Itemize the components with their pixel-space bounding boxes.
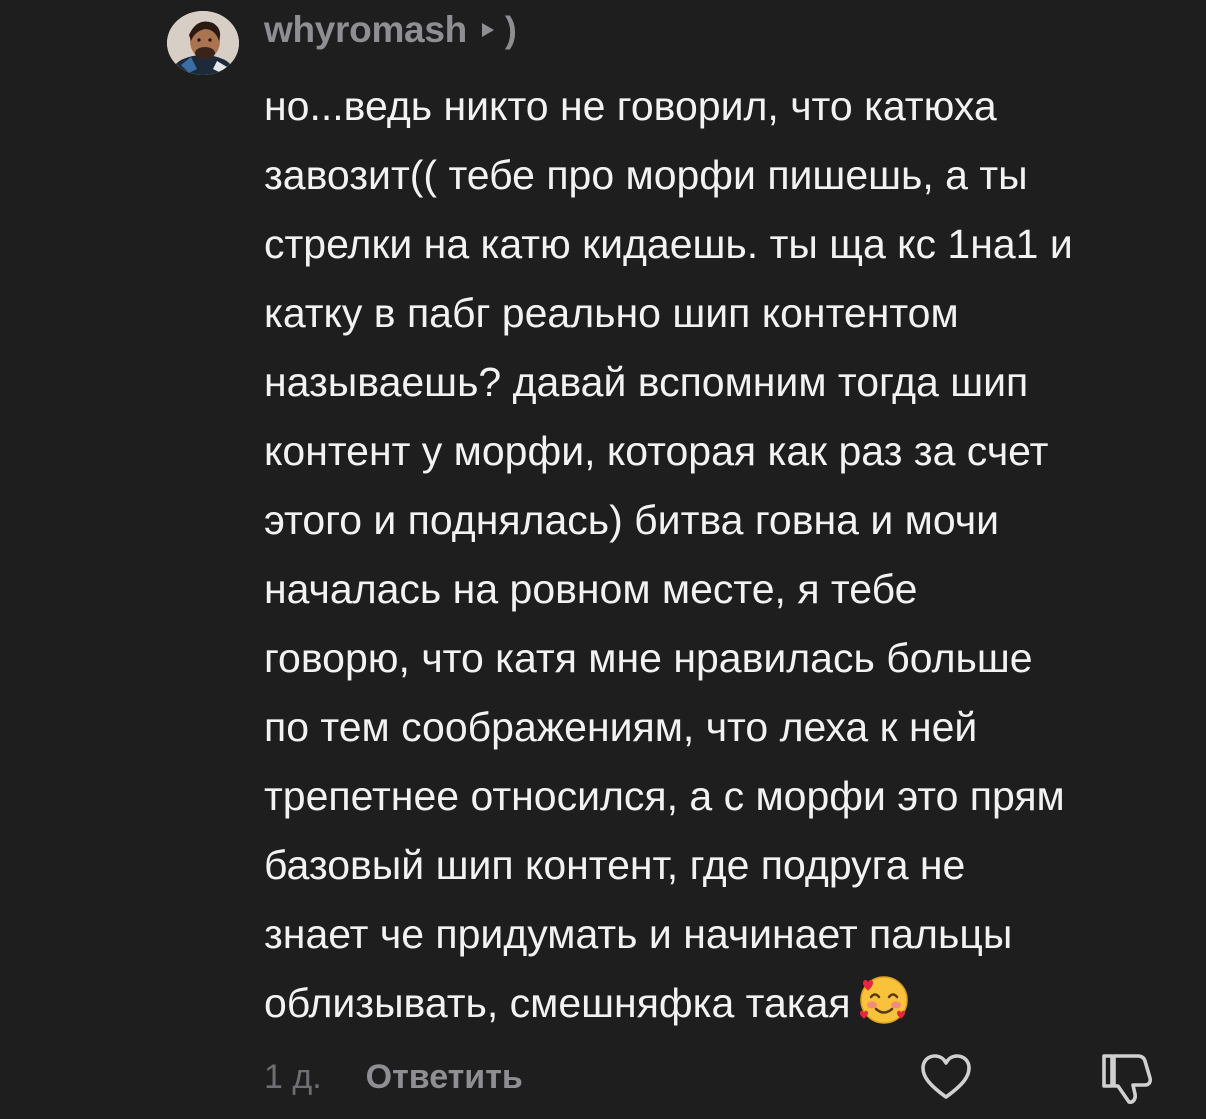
smiling-face-with-hearts-emoji: [857, 973, 911, 1027]
comment-line: называешь? давай вспомним тогда шип: [264, 359, 1029, 405]
comment-line: говорю, что катя мне нравилась больше: [264, 635, 1033, 681]
avatar-image: [167, 11, 239, 75]
comment-line: по тем соображениям, что леха к ней: [264, 704, 978, 750]
comment-footer: 1 д. Ответить: [264, 1050, 523, 1104]
comment-line: катку в пабг реально шип контентом: [264, 290, 959, 336]
comment-line: этого и поднялась) битва говна и мочи: [264, 497, 999, 543]
heart-icon[interactable]: [918, 1050, 974, 1106]
thumbs-down-icon[interactable]: [1098, 1050, 1156, 1108]
avatar[interactable]: [167, 11, 239, 75]
comment-line: завозит(( тебе про морфи пишешь, а ты: [264, 152, 1028, 198]
comment-line: началась на ровном месте, я тебе: [264, 566, 918, 612]
comment-line: облизывать, смешняфка такая: [264, 980, 851, 1026]
comment-text: но...ведь никто не говорил, что катюха з…: [264, 72, 1199, 1038]
comment-line: контент у морфи, которая как раз за счет: [264, 428, 1049, 474]
comment: whyromash ) но...ведь никто не говорил, …: [0, 0, 1206, 1119]
comment-time: 1 д.: [264, 1057, 322, 1096]
comment-line-last: облизывать, смешняфка такая: [264, 969, 1199, 1038]
username[interactable]: whyromash: [264, 9, 467, 51]
comment-line: знает че придумать и начинает пальцы: [264, 911, 1013, 957]
comment-header: whyromash ): [264, 4, 517, 56]
reply-button[interactable]: Ответить: [366, 1058, 523, 1097]
comment-line: стрелки на катю кидаешь. ты ща кс 1на1 и: [264, 221, 1073, 267]
comment-line: базовый шип контент, где подруга не: [264, 842, 966, 888]
comment-line: но...ведь никто не говорил, что катюха: [264, 83, 997, 129]
reply-target[interactable]: ): [505, 9, 517, 51]
comment-line: трепетнее относился, а с морфи это прям: [264, 773, 1065, 819]
play-triangle-icon: [481, 22, 495, 38]
